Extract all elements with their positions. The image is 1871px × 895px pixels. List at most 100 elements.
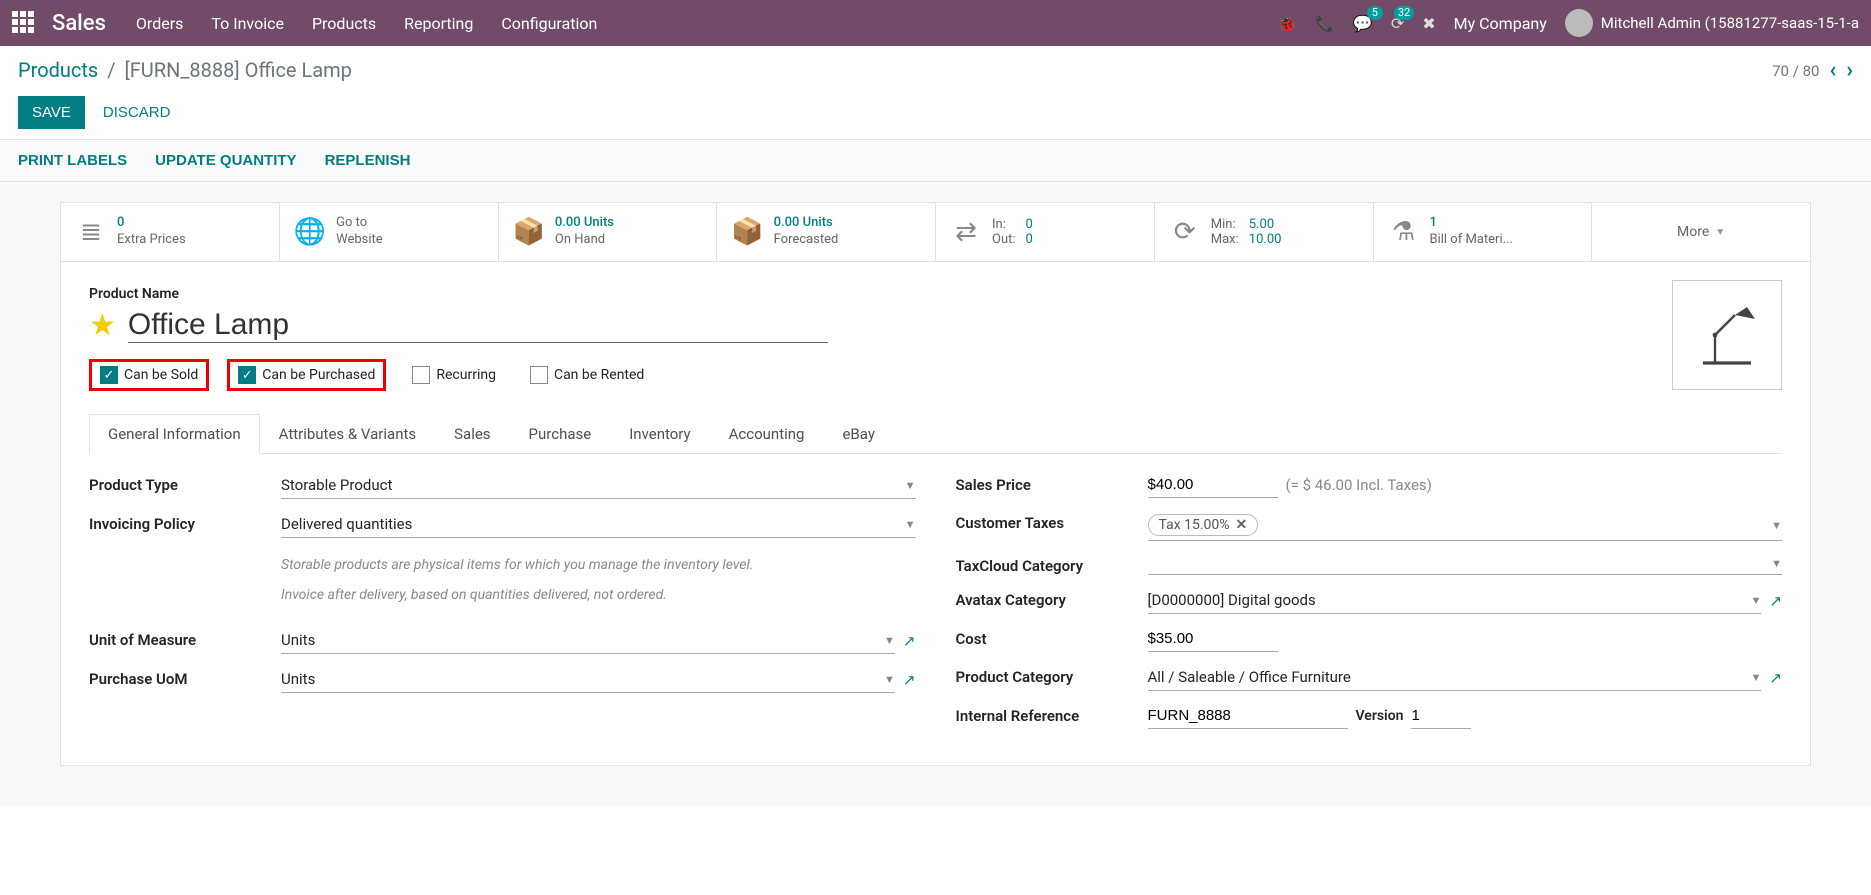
product-type-select[interactable]: Storable Product ▼ bbox=[281, 472, 916, 499]
sales-price-input[interactable] bbox=[1148, 472, 1278, 498]
taxcloud-select[interactable]: ▼ bbox=[1148, 553, 1783, 575]
bug-icon[interactable]: 🐞 bbox=[1277, 14, 1297, 33]
stat-forecasted[interactable]: 📦 0.00 Units Forecasted bbox=[717, 203, 936, 261]
company-switcher[interactable]: My Company bbox=[1454, 14, 1547, 33]
menu-orders[interactable]: Orders bbox=[136, 14, 183, 33]
internal-ref-label: Internal Reference bbox=[956, 703, 1136, 725]
app-brand[interactable]: Sales bbox=[52, 11, 106, 36]
right-column: Sales Price (= $ 46.00 Incl. Taxes) Cust… bbox=[956, 472, 1783, 741]
tab-attributes-variants[interactable]: Attributes & Variants bbox=[260, 414, 435, 454]
stat-extra-prices[interactable]: ≣ 0 Extra Prices bbox=[61, 203, 280, 261]
form-sheet: ≣ 0 Extra Prices 🌐 Go to Website 📦 0.00 … bbox=[60, 202, 1811, 766]
category-external-link-icon[interactable]: ↗ bbox=[1769, 669, 1782, 687]
pager-text[interactable]: 70 / 80 bbox=[1772, 62, 1819, 80]
cost-input[interactable] bbox=[1148, 626, 1278, 652]
pager-prev-icon[interactable]: ‹ bbox=[1829, 58, 1836, 83]
tax-tag: Tax 15.00% ✕ bbox=[1148, 514, 1259, 536]
product-name-input[interactable] bbox=[128, 308, 828, 343]
can-be-sold-checkbox[interactable] bbox=[100, 366, 118, 384]
cost-label: Cost bbox=[956, 626, 1136, 648]
replenish-button[interactable]: REPLENISH bbox=[325, 152, 411, 169]
invoicing-policy-select[interactable]: Delivered quantities ▼ bbox=[281, 511, 916, 538]
menu-reporting[interactable]: Reporting bbox=[404, 14, 473, 33]
avatax-select[interactable]: [D0000000] Digital goods ▼ bbox=[1148, 587, 1762, 614]
stat-website[interactable]: 🌐 Go to Website bbox=[280, 203, 499, 261]
caret-down-icon: ▼ bbox=[1771, 557, 1782, 570]
purchase-uom-select[interactable]: Units ▼ bbox=[281, 666, 895, 693]
category-label: Product Category bbox=[956, 664, 1136, 686]
form-body: Product Name ★ Can be Sold bbox=[61, 262, 1810, 765]
can-be-rented-checkbox[interactable] bbox=[530, 366, 548, 384]
recurring-checkbox[interactable] bbox=[412, 366, 430, 384]
can-be-sold-label: Can be Sold bbox=[124, 367, 198, 383]
tab-ebay[interactable]: eBay bbox=[823, 414, 893, 454]
apps-icon[interactable] bbox=[12, 11, 36, 35]
stat-min-max[interactable]: ⟳ Min:5.00 Max:10.00 bbox=[1155, 203, 1374, 261]
caret-down-icon: ▼ bbox=[1715, 227, 1725, 238]
discard-button[interactable]: DISCARD bbox=[103, 104, 171, 121]
messages-badge: 5 bbox=[1367, 6, 1383, 20]
boxes-icon: 📦 bbox=[731, 217, 763, 247]
tab-inventory[interactable]: Inventory bbox=[610, 414, 709, 454]
uom-external-link-icon[interactable]: ↗ bbox=[903, 632, 916, 650]
caret-down-icon: ▼ bbox=[884, 673, 895, 686]
menu-to-invoice[interactable]: To Invoice bbox=[211, 14, 284, 33]
recurring-label: Recurring bbox=[436, 367, 496, 383]
can-be-rented-label: Can be Rented bbox=[554, 367, 644, 383]
product-name-label: Product Name bbox=[89, 286, 1782, 302]
lamp-icon bbox=[1687, 295, 1767, 375]
tab-sales[interactable]: Sales bbox=[435, 414, 509, 454]
globe-icon: 🌐 bbox=[294, 217, 326, 247]
version-input[interactable] bbox=[1411, 703, 1471, 729]
recurring-wrap: Recurring bbox=[404, 362, 504, 388]
help-text-1: Storable products are physical items for… bbox=[281, 556, 916, 576]
favorite-star-icon[interactable]: ★ bbox=[89, 308, 116, 343]
avatax-external-link-icon[interactable]: ↗ bbox=[1769, 592, 1782, 610]
tab-accounting[interactable]: Accounting bbox=[710, 414, 824, 454]
update-quantity-button[interactable]: UPDATE QUANTITY bbox=[155, 152, 296, 169]
activities-badge: 32 bbox=[1394, 6, 1414, 20]
menu-products[interactable]: Products bbox=[312, 14, 376, 33]
purchase-uom-external-link-icon[interactable]: ↗ bbox=[903, 671, 916, 689]
tag-remove-icon[interactable]: ✕ bbox=[1236, 517, 1248, 533]
category-select[interactable]: All / Saleable / Office Furniture ▼ bbox=[1148, 664, 1762, 691]
can-be-purchased-checkbox[interactable] bbox=[238, 366, 256, 384]
sales-price-note: (= $ 46.00 Incl. Taxes) bbox=[1286, 476, 1432, 494]
pager: 70 / 80 ‹ › bbox=[1772, 58, 1853, 83]
stat-more[interactable]: More ▼ bbox=[1592, 203, 1810, 261]
sub-actions: PRINT LABELS UPDATE QUANTITY REPLENISH bbox=[0, 140, 1871, 182]
user-menu[interactable]: Mitchell Admin (15881277-saas-15-1-a bbox=[1565, 9, 1859, 37]
boxes-icon: 📦 bbox=[513, 217, 545, 247]
can-be-rented-wrap: Can be Rented bbox=[522, 362, 652, 388]
stat-in-out[interactable]: ⇄ In:0 Out:0 bbox=[936, 203, 1155, 261]
breadcrumb: Products / [FURN_8888] Office Lamp bbox=[18, 58, 352, 82]
breadcrumb-root[interactable]: Products bbox=[18, 58, 98, 82]
customer-taxes-field[interactable]: Tax 15.00% ✕ ▼ bbox=[1148, 510, 1783, 541]
save-button[interactable]: SAVE bbox=[18, 96, 85, 129]
pager-next-icon[interactable]: › bbox=[1846, 58, 1853, 83]
internal-ref-input[interactable] bbox=[1148, 703, 1348, 729]
sales-price-label: Sales Price bbox=[956, 472, 1136, 494]
tab-purchase[interactable]: Purchase bbox=[510, 414, 611, 454]
tools-icon[interactable]: ✖ bbox=[1422, 14, 1435, 33]
activities-icon[interactable]: ⟳32 bbox=[1391, 14, 1404, 33]
stat-on-hand[interactable]: 📦 0.00 Units On Hand bbox=[499, 203, 718, 261]
menu-configuration[interactable]: Configuration bbox=[501, 14, 597, 33]
uom-select[interactable]: Units ▼ bbox=[281, 627, 895, 654]
product-image[interactable] bbox=[1672, 280, 1782, 390]
phone-icon[interactable]: 📞 bbox=[1315, 14, 1335, 33]
flask-icon: ⚗ bbox=[1388, 217, 1420, 247]
help-text-2: Invoice after delivery, based on quantit… bbox=[281, 586, 916, 606]
caret-down-icon: ▼ bbox=[1751, 671, 1762, 684]
caret-down-icon: ▼ bbox=[1751, 594, 1762, 607]
taxcloud-label: TaxCloud Category bbox=[956, 553, 1136, 575]
print-labels-button[interactable]: PRINT LABELS bbox=[18, 152, 127, 169]
messages-icon[interactable]: 💬5 bbox=[1353, 14, 1373, 33]
tabs: General Information Attributes & Variant… bbox=[89, 413, 1782, 454]
uom-label: Unit of Measure bbox=[89, 627, 269, 649]
user-name: Mitchell Admin (15881277-saas-15-1-a bbox=[1601, 14, 1859, 32]
left-column: Product Type Storable Product ▼ Invoicin… bbox=[89, 472, 916, 741]
stat-bom[interactable]: ⚗ 1 Bill of Materi... bbox=[1374, 203, 1593, 261]
tab-general-information[interactable]: General Information bbox=[89, 414, 260, 454]
invoicing-policy-label: Invoicing Policy bbox=[89, 511, 269, 533]
